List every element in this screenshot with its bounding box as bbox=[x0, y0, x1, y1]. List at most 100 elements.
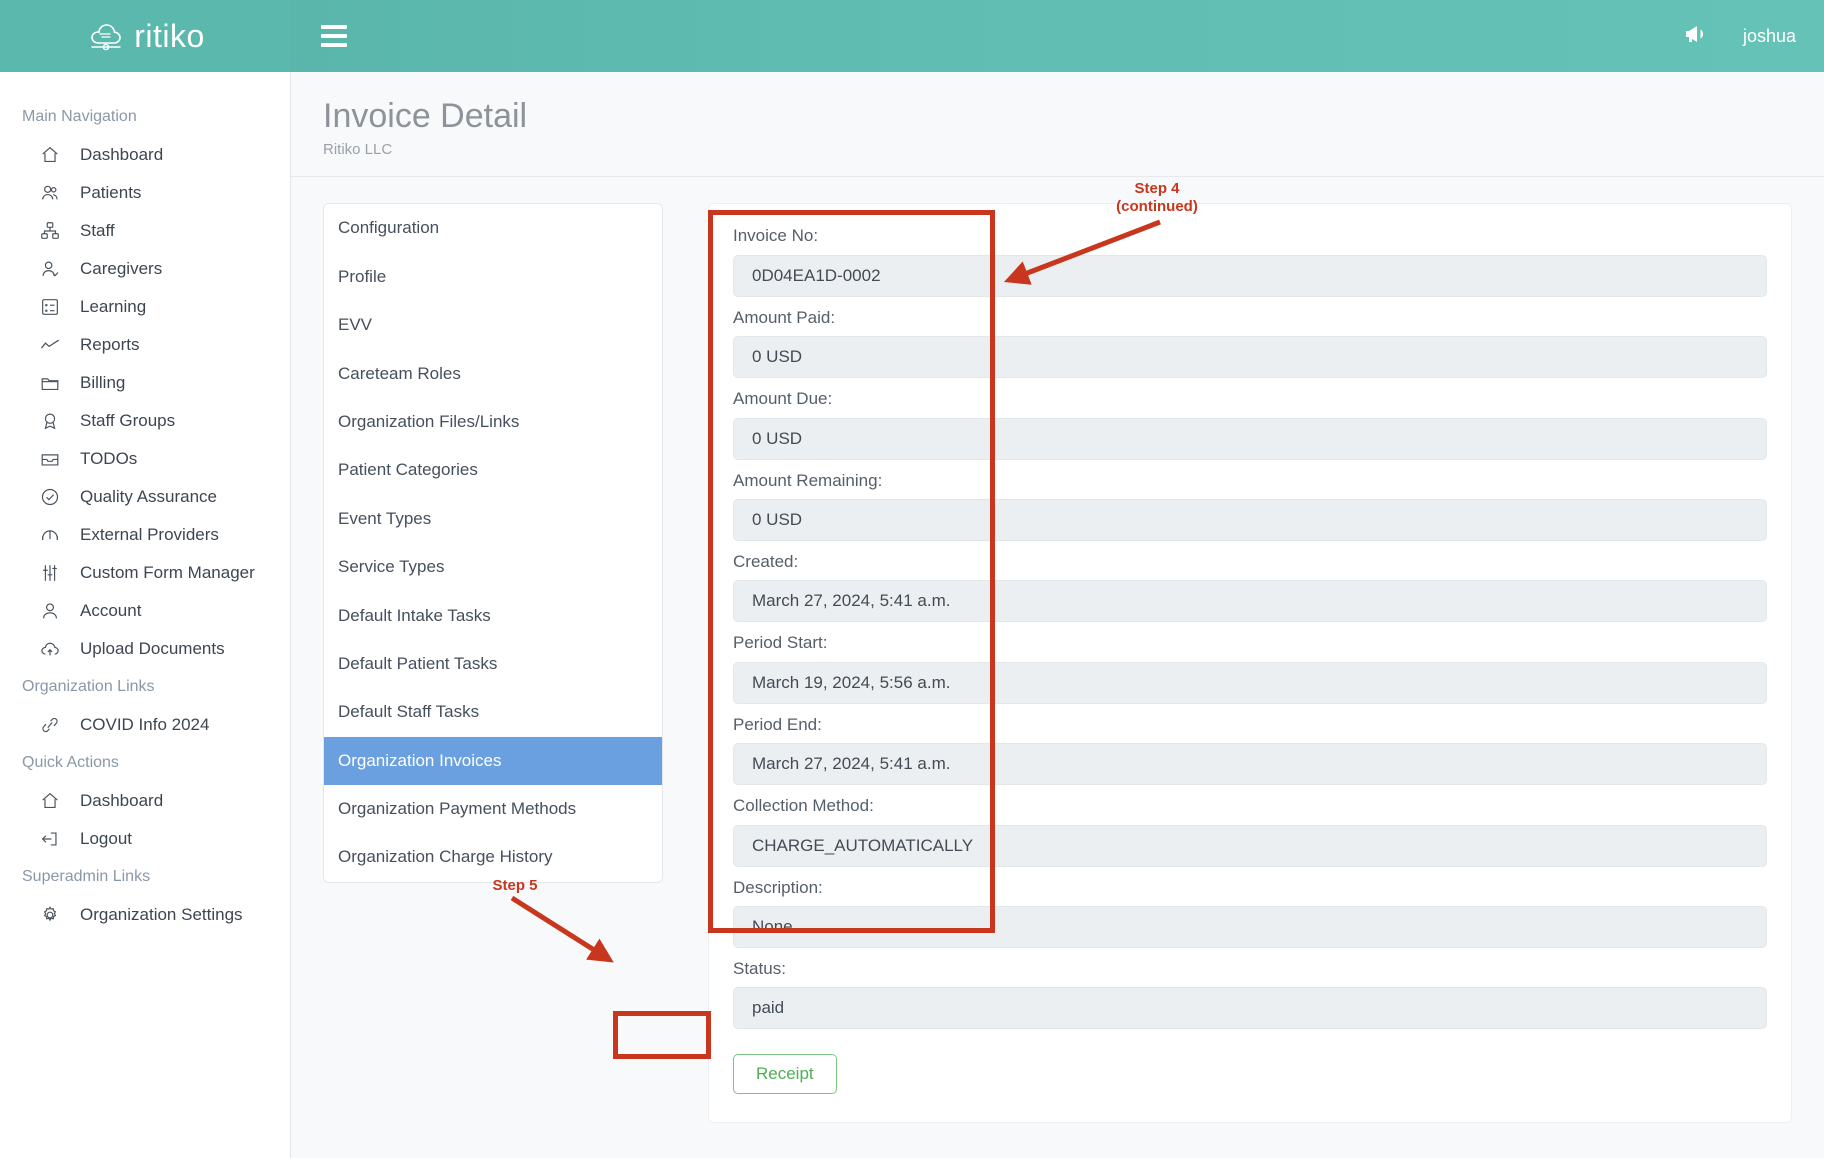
field-label-period-end: Period End: bbox=[733, 715, 1767, 735]
sidebar-item-custom-form-manager[interactable]: Custom Form Manager bbox=[0, 554, 290, 592]
cloud-upload-icon bbox=[38, 637, 62, 661]
sidebar-item-todos[interactable]: TODOs bbox=[0, 440, 290, 478]
page-title: Invoice Detail bbox=[323, 98, 1824, 135]
field-value-amount-paid: 0 USD bbox=[733, 336, 1767, 378]
check-circle-icon bbox=[38, 485, 62, 509]
field-label-amount-paid: Amount Paid: bbox=[733, 308, 1767, 328]
brand-logo[interactable]: ritiko bbox=[0, 0, 291, 72]
field-value-collection-method: CHARGE_AUTOMATICALLY bbox=[733, 825, 1767, 867]
sidebar-section-main-navigation: Main Navigation bbox=[0, 98, 290, 136]
config-item-organization-files-links[interactable]: Organization Files/Links bbox=[324, 398, 662, 446]
sidebar-item-label: Learning bbox=[80, 297, 146, 317]
checklist-icon bbox=[38, 295, 62, 319]
sidebar-item-dashboard[interactable]: Dashboard bbox=[0, 136, 290, 174]
field-label-created: Created: bbox=[733, 552, 1767, 572]
field-label-amount-remaining: Amount Remaining: bbox=[733, 471, 1767, 491]
field-value-invoice-no: 0D04EA1D-0002 bbox=[733, 255, 1767, 297]
folder-icon bbox=[38, 371, 62, 395]
config-item-organization-charge-history[interactable]: Organization Charge History bbox=[324, 833, 662, 881]
line-chart-icon bbox=[38, 333, 62, 357]
config-item-evv[interactable]: EVV bbox=[324, 301, 662, 349]
sidebar-item-label: Logout bbox=[80, 829, 132, 849]
field-value-created: March 27, 2024, 5:41 a.m. bbox=[733, 580, 1767, 622]
main-content: Invoice Detail Ritiko LLC Configuration … bbox=[291, 72, 1824, 1158]
sidebar-item-label: Reports bbox=[80, 335, 140, 355]
page-header: Invoice Detail Ritiko LLC bbox=[291, 72, 1824, 176]
config-item-default-staff-tasks[interactable]: Default Staff Tasks bbox=[324, 688, 662, 736]
sidebar-item-external-providers[interactable]: External Providers bbox=[0, 516, 290, 554]
field-label-amount-due: Amount Due: bbox=[733, 389, 1767, 409]
sidebar-item-label: Staff Groups bbox=[80, 411, 175, 431]
field-value-amount-due: 0 USD bbox=[733, 418, 1767, 460]
sidebar-item-reports[interactable]: Reports bbox=[0, 326, 290, 364]
sidebar-item-label: Dashboard bbox=[80, 145, 163, 165]
megaphone-icon[interactable] bbox=[1683, 23, 1709, 49]
user-icon bbox=[38, 599, 62, 623]
inbox-icon bbox=[38, 447, 62, 471]
sidebar-item-patients[interactable]: Patients bbox=[0, 174, 290, 212]
patients-icon bbox=[38, 181, 62, 205]
config-item-organization-payment-methods[interactable]: Organization Payment Methods bbox=[324, 785, 662, 833]
invoice-detail-panel-wrap: Invoice No: 0D04EA1D-0002 Amount Paid: 0… bbox=[708, 203, 1792, 1123]
gear-icon bbox=[38, 903, 62, 927]
config-item-configuration[interactable]: Configuration bbox=[324, 204, 662, 252]
sidebar-item-label: Custom Form Manager bbox=[80, 563, 255, 583]
sidebar-item-billing[interactable]: Billing bbox=[0, 364, 290, 402]
sidebar-item-label: Billing bbox=[80, 373, 125, 393]
sidebar-item-upload-documents[interactable]: Upload Documents bbox=[0, 630, 290, 668]
field-label-status: Status: bbox=[733, 959, 1767, 979]
field-value-amount-remaining: 0 USD bbox=[733, 499, 1767, 541]
config-item-event-types[interactable]: Event Types bbox=[324, 495, 662, 543]
sidebar-item-learning[interactable]: Learning bbox=[0, 288, 290, 326]
sliders-icon bbox=[38, 561, 62, 585]
receipt-button[interactable]: Receipt bbox=[733, 1054, 837, 1094]
config-item-patient-categories[interactable]: Patient Categories bbox=[324, 446, 662, 494]
sidebar-item-quality-assurance[interactable]: Quality Assurance bbox=[0, 478, 290, 516]
sidebar-item-label: Staff bbox=[80, 221, 115, 241]
field-label-period-start: Period Start: bbox=[733, 633, 1767, 653]
sidebar: Main Navigation Dashboard Patients Staff… bbox=[0, 72, 291, 1158]
sidebar-item-label: Account bbox=[80, 601, 141, 621]
field-value-description: None bbox=[733, 906, 1767, 948]
sidebar-item-label: Upload Documents bbox=[80, 639, 225, 659]
link-icon bbox=[38, 713, 62, 737]
logout-icon bbox=[38, 827, 62, 851]
sidebar-item-covid-info-2024[interactable]: COVID Info 2024 bbox=[0, 706, 290, 744]
config-item-service-types[interactable]: Service Types bbox=[324, 543, 662, 591]
sidebar-item-quick-dashboard[interactable]: Dashboard bbox=[0, 782, 290, 820]
field-value-period-end: March 27, 2024, 5:41 a.m. bbox=[733, 743, 1767, 785]
sidebar-item-label: COVID Info 2024 bbox=[80, 715, 209, 735]
sidebar-item-label: TODOs bbox=[80, 449, 137, 469]
sidebar-item-label: Caregivers bbox=[80, 259, 162, 279]
sidebar-item-label: Dashboard bbox=[80, 791, 163, 811]
sidebar-item-organization-settings[interactable]: Organization Settings bbox=[0, 896, 290, 934]
cloud-network-icon bbox=[86, 16, 128, 57]
field-value-period-start: March 19, 2024, 5:56 a.m. bbox=[733, 662, 1767, 704]
field-label-collection-method: Collection Method: bbox=[733, 796, 1767, 816]
award-icon bbox=[38, 409, 62, 433]
hamburger-icon[interactable] bbox=[321, 25, 347, 47]
sidebar-item-account[interactable]: Account bbox=[0, 592, 290, 630]
config-item-careteam-roles[interactable]: Careteam Roles bbox=[324, 350, 662, 398]
sidebar-item-caregivers[interactable]: Caregivers bbox=[0, 250, 290, 288]
config-item-organization-invoices[interactable]: Organization Invoices bbox=[324, 737, 662, 785]
config-item-default-patient-tasks[interactable]: Default Patient Tasks bbox=[324, 640, 662, 688]
sidebar-section-quick-actions: Quick Actions bbox=[0, 744, 290, 782]
top-bar-right: joshua bbox=[1683, 23, 1824, 49]
field-value-status: paid bbox=[733, 987, 1767, 1029]
field-label-invoice-no: Invoice No: bbox=[733, 226, 1767, 246]
sidebar-item-staff-groups[interactable]: Staff Groups bbox=[0, 402, 290, 440]
brand-name: ritiko bbox=[134, 20, 205, 52]
sidebar-section-organization-links: Organization Links bbox=[0, 668, 290, 706]
sidebar-item-label: Organization Settings bbox=[80, 905, 243, 925]
sidebar-item-label: External Providers bbox=[80, 525, 219, 545]
config-item-profile[interactable]: Profile bbox=[324, 253, 662, 301]
config-item-default-intake-tasks[interactable]: Default Intake Tasks bbox=[324, 592, 662, 640]
username-label[interactable]: joshua bbox=[1743, 26, 1796, 47]
field-label-description: Description: bbox=[733, 878, 1767, 898]
sidebar-item-logout[interactable]: Logout bbox=[0, 820, 290, 858]
bridge-icon bbox=[38, 523, 62, 547]
content-columns: Configuration Profile EVV Careteam Roles… bbox=[291, 177, 1824, 1123]
sidebar-item-staff[interactable]: Staff bbox=[0, 212, 290, 250]
user-check-icon bbox=[38, 257, 62, 281]
